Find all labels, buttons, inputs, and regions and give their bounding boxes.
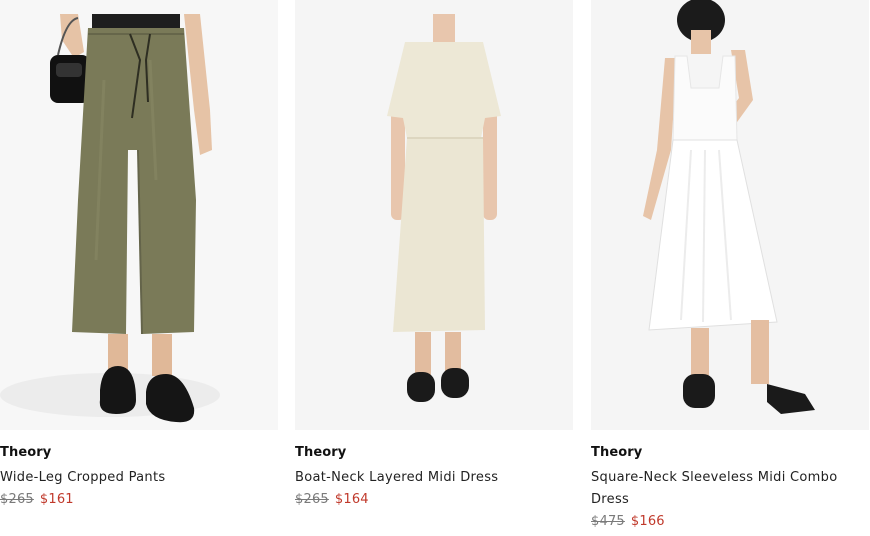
product-grid: Theory Wide-Leg Cropped Pants $265 $161 <box>0 0 870 536</box>
product-name[interactable]: Boat-Neck Layered Midi Dress <box>295 467 573 489</box>
product-name[interactable]: Wide-Leg Cropped Pants <box>0 467 278 489</box>
product-image-boat-neck-dress[interactable] <box>295 0 573 430</box>
product-price: $265 $164 <box>295 489 573 511</box>
sale-price: $164 <box>334 492 369 507</box>
product-image-wide-leg-pants[interactable] <box>0 0 278 430</box>
product-card-square-neck-dress[interactable]: Theory Square-Neck Sleeveless Midi Combo… <box>591 0 869 533</box>
original-price: $265 <box>295 492 329 507</box>
product-brand[interactable]: Theory <box>0 444 278 462</box>
sale-price: $166 <box>630 514 665 529</box>
product-brand[interactable]: Theory <box>591 444 869 462</box>
product-card-boat-neck-dress[interactable]: Theory Boat-Neck Layered Midi Dress $265… <box>295 0 573 511</box>
product-brand[interactable]: Theory <box>295 444 573 462</box>
product-price: $265 $161 <box>0 489 278 511</box>
sale-price: $161 <box>39 492 74 507</box>
original-price: $475 <box>591 514 625 529</box>
product-image-square-neck-dress[interactable] <box>591 0 869 430</box>
product-name[interactable]: Square-Neck Sleeveless Midi Combo Dress <box>591 467 869 511</box>
product-price: $475 $166 <box>591 511 869 533</box>
product-card-wide-leg-pants[interactable]: Theory Wide-Leg Cropped Pants $265 $161 <box>0 0 278 511</box>
original-price: $265 <box>0 492 34 507</box>
